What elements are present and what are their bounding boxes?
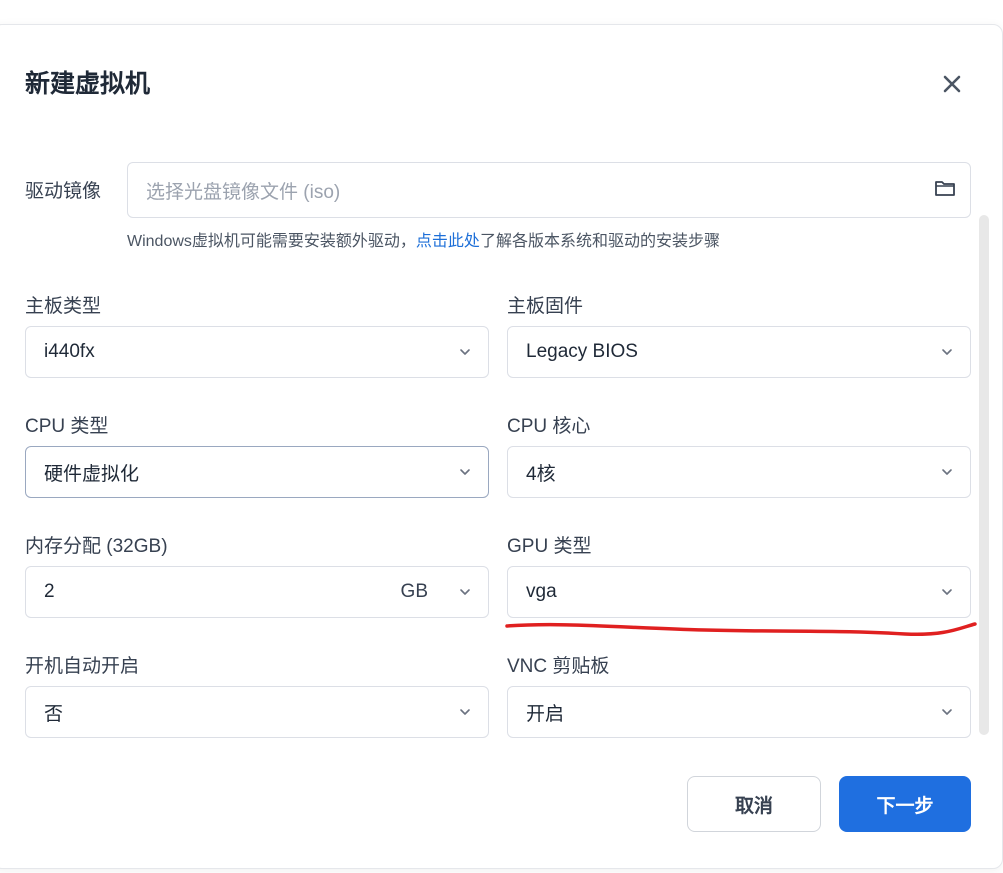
gpu-type-label: GPU 类型 bbox=[507, 536, 592, 557]
gpu-type-select[interactable]: vga bbox=[507, 566, 971, 618]
vnc-clipboard-value: 开启 bbox=[526, 703, 565, 725]
iso-placeholder: 选择光盘镜像文件 (iso) bbox=[146, 181, 341, 203]
autostart-value: 否 bbox=[44, 703, 64, 725]
chevron-down-icon bbox=[942, 589, 952, 595]
cpu-type-label: CPU 类型 bbox=[25, 416, 109, 437]
chevron-down-icon bbox=[942, 349, 952, 355]
cpu-cores-select[interactable]: 4核 bbox=[507, 446, 971, 498]
cpu-type-select[interactable]: 硬件虚拟化 bbox=[25, 446, 489, 498]
autostart-select[interactable]: 否 bbox=[25, 686, 489, 738]
autostart-label: 开机自动开启 bbox=[25, 656, 140, 677]
board-firmware-label: 主板固件 bbox=[507, 296, 584, 317]
iso-file-input[interactable]: 选择光盘镜像文件 (iso) bbox=[127, 162, 971, 218]
hint-suffix: 了解各版本系统和驱动的安装步骤 bbox=[479, 233, 720, 250]
chevron-down-icon bbox=[942, 469, 952, 475]
hint-link[interactable]: 点击此处 bbox=[416, 233, 480, 250]
close-button[interactable] bbox=[936, 68, 968, 100]
gpu-type-value: vga bbox=[526, 581, 557, 602]
cancel-button[interactable]: 取消 bbox=[687, 776, 821, 832]
folder-icon[interactable] bbox=[934, 178, 956, 198]
vnc-clipboard-select[interactable]: 开启 bbox=[507, 686, 971, 738]
dialog-title: 新建虚拟机 bbox=[25, 70, 151, 98]
iso-label: 驱动镜像 bbox=[25, 181, 102, 202]
memory-value: 2 bbox=[44, 581, 55, 602]
board-type-select[interactable]: i440fx bbox=[25, 326, 489, 378]
cpu-cores-label: CPU 核心 bbox=[507, 416, 591, 437]
memory-unit: GB bbox=[400, 581, 428, 602]
chevron-down-icon bbox=[942, 709, 952, 715]
memory-input[interactable]: 2 GB bbox=[25, 566, 489, 618]
vnc-clipboard-label: VNC 剪贴板 bbox=[507, 656, 610, 677]
board-firmware-select[interactable]: Legacy BIOS bbox=[507, 326, 971, 378]
cpu-cores-value: 4核 bbox=[526, 463, 556, 485]
chevron-down-icon bbox=[460, 349, 470, 355]
cpu-type-value: 硬件虚拟化 bbox=[44, 463, 140, 485]
red-underline-annotation bbox=[505, 622, 977, 637]
driver-hint: Windows虚拟机可能需要安装额外驱动，点击此处了解各版本系统和驱动的安装步骤 bbox=[127, 227, 720, 251]
close-icon bbox=[943, 75, 961, 93]
chevron-down-icon bbox=[460, 469, 470, 475]
hint-text: Windows虚拟机可能需要安装额外驱动， bbox=[127, 233, 416, 250]
board-type-value: i440fx bbox=[44, 341, 95, 362]
scrollbar[interactable] bbox=[979, 215, 989, 735]
board-firmware-value: Legacy BIOS bbox=[526, 341, 638, 362]
next-button[interactable]: 下一步 bbox=[839, 776, 971, 832]
memory-label: 内存分配 (32GB) bbox=[25, 536, 168, 557]
chevron-down-icon bbox=[460, 709, 470, 715]
top-strip bbox=[0, 0, 1003, 24]
chevron-down-icon[interactable] bbox=[458, 585, 472, 599]
board-type-label: 主板类型 bbox=[25, 296, 102, 317]
